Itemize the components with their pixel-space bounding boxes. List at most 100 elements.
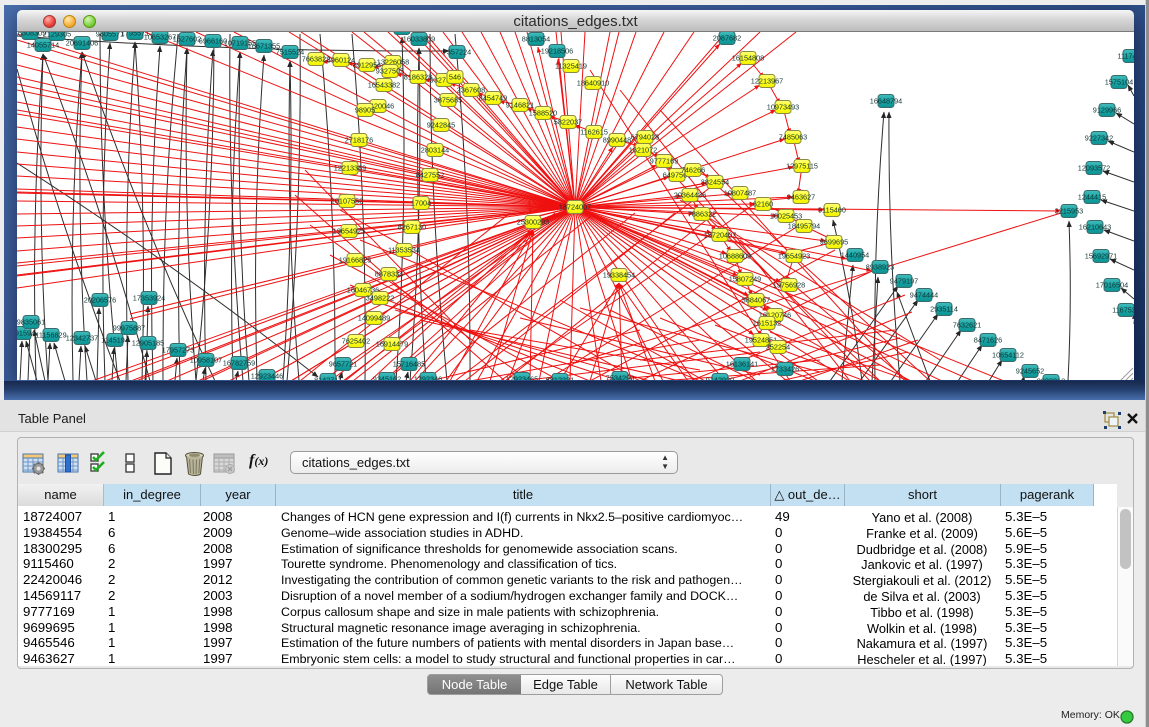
svg-text:8142711: 8142711 xyxy=(314,376,342,381)
svg-text:17016504: 17016504 xyxy=(1096,281,1128,290)
svg-text:7485063: 7485063 xyxy=(779,133,807,142)
svg-text:391594: 391594 xyxy=(17,329,35,338)
svg-text:15716485: 15716485 xyxy=(393,360,425,369)
svg-text:9129966: 9129966 xyxy=(1093,106,1121,115)
svg-text:9245652: 9245652 xyxy=(1016,367,1044,376)
svg-text:9227342: 9227342 xyxy=(1085,134,1113,143)
svg-text:10958107: 10958107 xyxy=(190,356,222,365)
svg-text:17353924: 17353924 xyxy=(133,294,165,303)
svg-text:17004: 17004 xyxy=(411,199,431,208)
svg-text:18724007: 18724007 xyxy=(559,203,591,212)
svg-text:7515524: 7515524 xyxy=(276,48,304,57)
svg-text:8471626: 8471626 xyxy=(974,336,1002,345)
svg-text:12093572: 12093572 xyxy=(1078,164,1110,173)
svg-text:2087682: 2087682 xyxy=(713,34,741,43)
svg-text:1575104: 1575104 xyxy=(1105,78,1133,87)
svg-text:16914479: 16914479 xyxy=(376,340,408,349)
svg-text:10653267: 10653267 xyxy=(144,33,176,42)
svg-text:3215953: 3215953 xyxy=(1055,207,1083,216)
svg-text:19166825: 19166825 xyxy=(339,256,371,265)
svg-text:19338454: 19338454 xyxy=(603,271,635,280)
svg-text:18495794: 18495794 xyxy=(788,222,820,231)
svg-text:7886322: 7886322 xyxy=(688,210,716,219)
svg-text:15720407: 15720407 xyxy=(704,231,736,240)
svg-text:16648794: 16648794 xyxy=(870,97,902,106)
svg-text:9835061: 9835061 xyxy=(17,318,45,327)
svg-text:11156829: 11156829 xyxy=(35,331,66,340)
svg-text:12342737: 12342737 xyxy=(66,334,98,343)
svg-text:8878334: 8878334 xyxy=(375,270,403,279)
svg-text:11325419: 11325419 xyxy=(555,62,587,71)
svg-text:8812231: 8812231 xyxy=(546,376,574,381)
svg-text:546: 546 xyxy=(449,73,461,82)
svg-text:7632621: 7632621 xyxy=(953,321,981,330)
svg-text:1440954: 1440954 xyxy=(841,251,869,260)
svg-text:9115460: 9115460 xyxy=(818,206,846,215)
svg-text:9657721: 9657721 xyxy=(329,360,357,369)
svg-text:9142920: 9142920 xyxy=(706,376,734,381)
svg-text:1615132: 1615132 xyxy=(753,319,781,328)
svg-text:9474444: 9474444 xyxy=(910,291,938,300)
svg-text:12905185: 12905185 xyxy=(132,339,164,348)
svg-text:12213967: 12213967 xyxy=(751,77,783,86)
svg-text:6794028: 6794028 xyxy=(631,133,659,142)
svg-text:16543382: 16543382 xyxy=(368,81,400,90)
svg-text:9777169: 9777169 xyxy=(650,157,678,166)
svg-text:2718176: 2718176 xyxy=(345,136,373,145)
svg-text:3875685: 3875685 xyxy=(434,96,462,105)
svg-text:12975115: 12975115 xyxy=(786,162,818,171)
svg-text:98905: 98905 xyxy=(355,106,375,115)
svg-text:1167533: 1167533 xyxy=(1112,306,1134,315)
svg-text:12923465: 12923465 xyxy=(506,375,538,381)
svg-text:2935114: 2935114 xyxy=(930,305,958,314)
svg-text:7625402: 7625402 xyxy=(342,337,370,346)
svg-text:3824554: 3824554 xyxy=(701,178,729,187)
svg-text:10654112: 10654112 xyxy=(992,351,1024,360)
svg-text:17957273: 17957273 xyxy=(162,346,194,355)
svg-text:99975887: 99975887 xyxy=(113,324,145,333)
svg-text:12213389: 12213389 xyxy=(334,164,366,173)
svg-text:20206576: 20206576 xyxy=(84,296,116,305)
svg-text:746266: 746266 xyxy=(681,166,705,175)
svg-text:9345102: 9345102 xyxy=(373,375,401,381)
svg-text:16210643: 16210643 xyxy=(1079,223,1111,232)
svg-text:9699695: 9699695 xyxy=(820,238,848,247)
svg-text:11353534: 11353534 xyxy=(388,246,420,255)
svg-text:8267130: 8267130 xyxy=(398,223,426,232)
svg-text:15692971: 15692971 xyxy=(1085,252,1117,261)
svg-text:1527602: 1527602 xyxy=(173,35,201,44)
svg-text:2803144: 2803144 xyxy=(421,146,449,155)
svg-text:8813054: 8813054 xyxy=(522,35,550,44)
svg-text:1292346: 1292346 xyxy=(414,375,442,381)
svg-text:5822037: 5822037 xyxy=(554,118,582,127)
svg-text:10107552: 10107552 xyxy=(331,197,363,206)
svg-text:10025453: 10025453 xyxy=(770,212,802,221)
svg-text:9242845: 9242845 xyxy=(427,121,455,130)
svg-text:1588520: 1588520 xyxy=(529,109,557,118)
svg-text:12923446: 12923446 xyxy=(251,372,283,381)
svg-text:10688609: 10688609 xyxy=(719,252,751,261)
svg-text:8427552: 8427552 xyxy=(416,171,444,180)
svg-text:10807487: 10807487 xyxy=(724,189,756,198)
svg-text:62160: 62160 xyxy=(753,200,773,209)
svg-text:7357224: 7357224 xyxy=(443,48,471,57)
svg-text:3884067: 3884067 xyxy=(742,296,770,305)
svg-text:8960124: 8960124 xyxy=(327,56,355,65)
svg-text:15807249: 15807249 xyxy=(729,275,761,284)
svg-text:9327505: 9327505 xyxy=(376,67,404,76)
svg-text:1621072: 1621072 xyxy=(629,146,657,155)
svg-text:1117403: 1117403 xyxy=(1117,52,1134,61)
svg-text:8186328: 8186328 xyxy=(404,73,432,82)
svg-text:19654925: 19654925 xyxy=(333,227,365,236)
svg-text:1903327: 1903327 xyxy=(388,32,416,33)
svg-text:3498222: 3498222 xyxy=(366,294,394,303)
svg-text:14099489: 14099489 xyxy=(358,314,390,323)
svg-text:1145194: 1145194 xyxy=(101,336,129,345)
svg-text:19756928: 19756928 xyxy=(773,281,805,290)
svg-text:8990448: 8990448 xyxy=(603,136,631,145)
svg-text:9463627: 9463627 xyxy=(787,193,815,202)
svg-text:20364436: 20364436 xyxy=(674,191,706,200)
svg-text:252254: 252254 xyxy=(766,343,790,352)
svg-text:16782759: 16782759 xyxy=(223,359,255,368)
svg-text:18640910: 18640910 xyxy=(577,79,609,88)
